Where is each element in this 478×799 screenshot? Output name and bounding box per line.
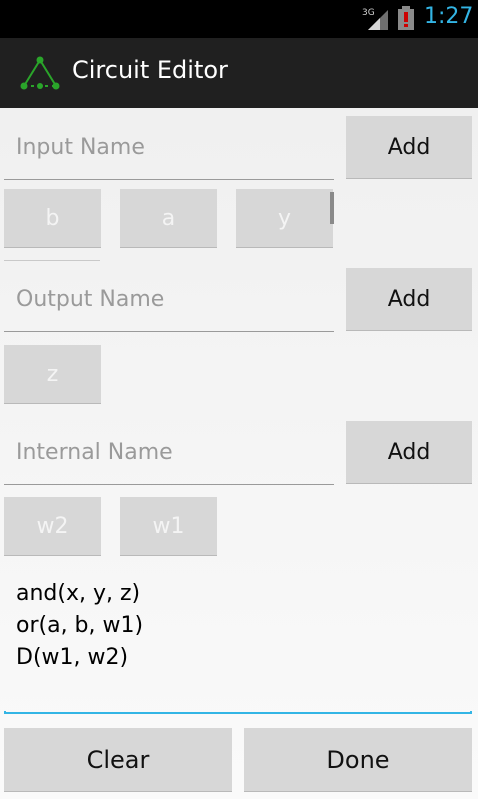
output-name-field[interactable] [4, 268, 334, 332]
status-bar: 3G 1:27 [0, 0, 478, 38]
inputs-scrollbar[interactable] [330, 192, 334, 224]
add-output-button[interactable]: Add [346, 268, 472, 331]
input-chip-a[interactable]: a [120, 189, 217, 248]
internal-chip-w2[interactable]: w2 [4, 497, 101, 556]
circuit-editor-form: Add b a y Add z Add w2 w1 and(x, y, z) o… [0, 108, 478, 799]
editor-line: or(a, b, w1) [16, 613, 144, 638]
gate-definitions-editor[interactable]: and(x, y, z) or(a, b, w1) D(w1, w2) [16, 578, 456, 674]
output-chip-z[interactable]: z [4, 345, 101, 404]
circuit-triangle-icon [20, 56, 60, 90]
add-internal-button[interactable]: Add [346, 421, 472, 484]
app-title: Circuit Editor [72, 56, 228, 84]
editor-focus-underline [4, 711, 472, 714]
input-name-field[interactable] [4, 116, 334, 180]
signal-icon: 3G [362, 8, 388, 30]
internal-name-field[interactable] [4, 421, 334, 485]
add-input-button[interactable]: Add [346, 116, 472, 179]
battery-alert-icon [398, 6, 414, 30]
status-clock: 1:27 [424, 4, 474, 29]
editor-line: D(w1, w2) [16, 645, 129, 670]
done-button[interactable]: Done [244, 728, 472, 792]
input-chip-y[interactable]: y [236, 189, 333, 248]
input-chip-b[interactable]: b [4, 189, 101, 248]
network-type-label: 3G [362, 8, 375, 18]
internal-chip-w1[interactable]: w1 [120, 497, 217, 556]
inputs-separator [4, 260, 100, 261]
clear-button[interactable]: Clear [4, 728, 232, 792]
action-bar: Circuit Editor [0, 38, 478, 108]
editor-line: and(x, y, z) [16, 581, 141, 606]
